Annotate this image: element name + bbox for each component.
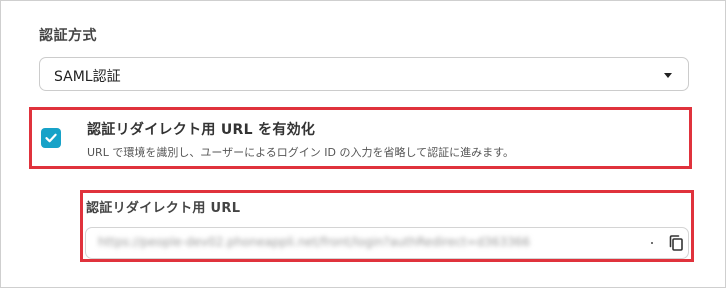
check-icon [45, 133, 57, 143]
auth-method-select[interactable]: SAML認証 [39, 57, 689, 91]
redirect-url-label: 認証リダイレクト用 URL [86, 201, 241, 216]
redirect-option-description: URL で環境を識別し、ユーザーによるログイン ID の入力を省略して認証に進み… [87, 146, 515, 159]
auth-method-selected-value: SAML認証 [54, 69, 121, 85]
settings-panel: 認証方式 SAML認証 認証リダイレクト用 URL を有効化 URL で環境を識… [0, 0, 726, 288]
overflow-dot-icon [651, 242, 653, 244]
copy-icon[interactable] [667, 234, 685, 252]
caret-down-icon [664, 73, 672, 78]
redirect-url-value: https://people-dev02.phoneappli.net/fron… [98, 235, 530, 249]
redirect-url-checkbox[interactable] [41, 128, 61, 148]
redirect-option-title: 認証リダイレクト用 URL を有効化 [87, 122, 316, 138]
redirect-url-field[interactable]: https://people-dev02.phoneappli.net/fron… [85, 227, 689, 259]
auth-method-label: 認証方式 [39, 28, 97, 44]
